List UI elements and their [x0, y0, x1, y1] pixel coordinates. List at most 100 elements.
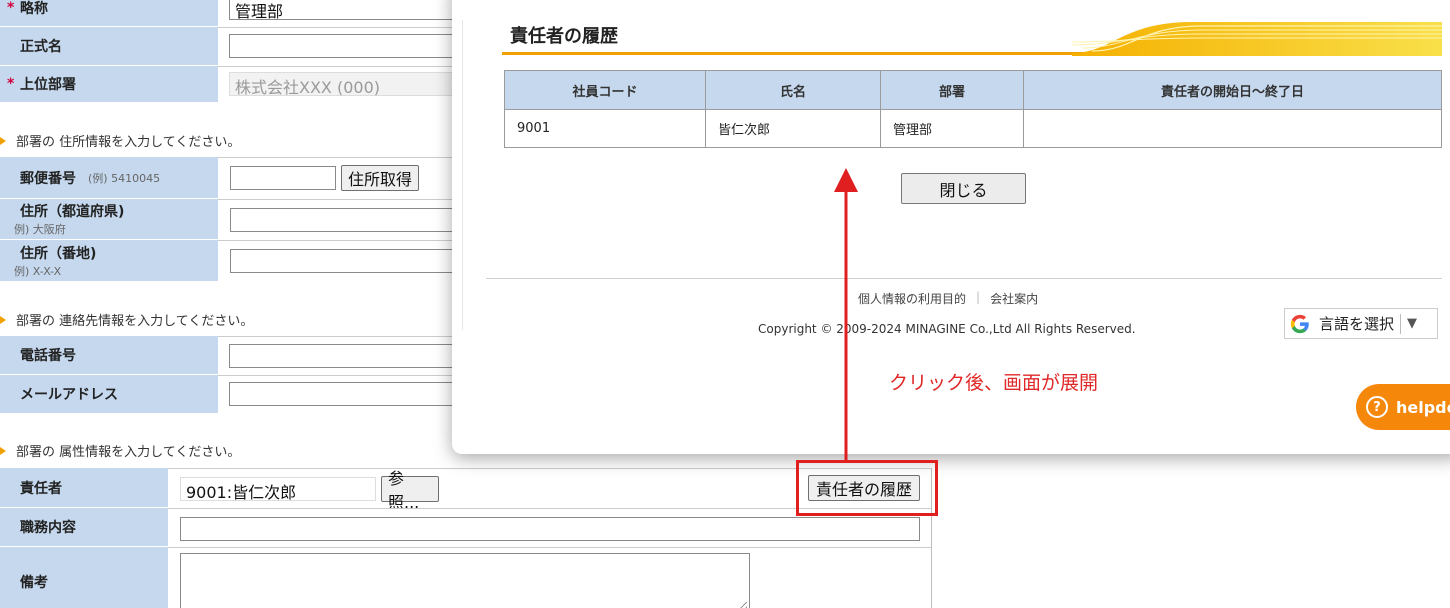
remarks-label-cell: 備考: [0, 547, 168, 608]
close-button[interactable]: 閉じる: [901, 173, 1026, 204]
manager-label-cell: 責任者: [0, 468, 168, 507]
helpdesk-button[interactable]: ? helpdes: [1356, 384, 1450, 430]
row-phone: 電話番号: [0, 336, 459, 375]
bullet-triangle-icon: [0, 136, 6, 145]
remarks-textarea[interactable]: [180, 553, 750, 608]
manager-input[interactable]: 9001:皆仁次郎: [180, 477, 376, 502]
row-manager: 責任者 9001:皆仁次郎 参照... 責任者の履歴: [0, 468, 932, 512]
street-example: 例) X-X-X: [14, 264, 62, 278]
postal-label-cell: 郵便番号 (例) 5410045: [0, 157, 218, 198]
remarks-cell: [168, 547, 932, 608]
reference-button[interactable]: 参照...: [381, 469, 439, 512]
language-select-label: 言語を選択: [1319, 315, 1395, 333]
row-postal: 郵便番号 (例) 5410045 住所取得: [0, 157, 458, 199]
table-row: 9001 皆仁次郎 管理部: [504, 109, 1442, 148]
col-employee-code: 社員コード: [504, 70, 706, 110]
pref-cell: [218, 199, 460, 239]
cell-name: 皆仁次郎: [705, 109, 881, 148]
modal-title: 責任者の履歴: [510, 26, 618, 47]
language-select[interactable]: 言語を選択 ▼: [1284, 308, 1438, 339]
parent-dept-cell: 株式会社XXX (000): [218, 66, 459, 102]
formal-name-cell: [218, 27, 459, 65]
highlight-box: [796, 460, 938, 516]
chevron-down-icon: ▼: [1407, 316, 1418, 331]
remarks-label: 備考: [20, 574, 48, 591]
language-divider: [1400, 313, 1402, 334]
pref-input[interactable]: [230, 208, 460, 232]
footer-separator: |: [976, 290, 981, 304]
contact-note-text: 部署の 連絡先情報を入力してください。: [16, 314, 254, 329]
bullet-triangle-icon: [0, 315, 6, 324]
duties-input[interactable]: [180, 517, 920, 541]
title-wave-decoration: [1072, 22, 1442, 56]
get-address-button[interactable]: 住所取得: [341, 165, 419, 191]
col-dept: 部署: [880, 70, 1024, 110]
abbr-label-cell: * 略称: [0, 0, 218, 26]
street-cell: [218, 240, 460, 281]
company-link[interactable]: 会社案内: [990, 290, 1038, 307]
phone-label: 電話番号: [20, 348, 76, 364]
phone-cell: [218, 336, 459, 374]
formal-name-input[interactable]: [229, 34, 459, 58]
postal-cell: 住所取得: [218, 157, 458, 198]
abbr-label: 略称: [20, 1, 48, 17]
row-remarks: 備考: [0, 547, 932, 608]
pref-label-cell: 住所（都道府県) 例) 大阪府: [0, 199, 218, 239]
resize-grip-icon[interactable]: [737, 602, 747, 608]
abbr-input[interactable]: 管理部: [229, 0, 459, 21]
pref-example: 例) 大阪府: [14, 223, 66, 236]
manager-label: 責任者: [20, 480, 62, 497]
street-input[interactable]: [230, 249, 460, 273]
row-formal-name: 正式名: [0, 27, 459, 66]
cell-period: [1023, 109, 1442, 148]
required-mark: *: [7, 0, 15, 16]
cell-dept: 管理部: [880, 109, 1024, 148]
street-label-cell: 住所（番地) 例) X-X-X: [0, 240, 218, 281]
parent-dept-label-cell: * 上位部署: [0, 66, 218, 102]
footer-links: 個人情報の利用目的 | 会社案内: [858, 290, 1038, 307]
email-cell: [218, 375, 459, 413]
annotation-text: クリック後、画面が展開: [889, 372, 1099, 394]
duties-label: 職務内容: [20, 520, 76, 536]
row-duties: 職務内容: [0, 508, 932, 547]
question-icon: ?: [1366, 396, 1388, 418]
col-name: 氏名: [705, 70, 881, 110]
street-label: 住所（番地): [20, 245, 97, 262]
row-parent-dept: * 上位部署 株式会社XXX (000): [0, 66, 459, 103]
phone-input[interactable]: [229, 344, 459, 368]
history-table: 社員コード 氏名 部署 責任者の開始日～終了日 9001 皆仁次郎 管理部: [504, 70, 1442, 148]
row-email: メールアドレス: [0, 375, 459, 414]
email-input[interactable]: [229, 382, 459, 406]
modal-divider: [462, 20, 463, 330]
history-header-row: 社員コード 氏名 部署 責任者の開始日～終了日: [504, 70, 1442, 110]
email-label: メールアドレス: [20, 387, 118, 403]
duties-label-cell: 職務内容: [0, 508, 168, 546]
google-g-icon: [1290, 314, 1309, 333]
col-period: 責任者の開始日～終了日: [1023, 70, 1442, 110]
helpdesk-label: helpdes: [1396, 397, 1450, 417]
contact-section-note: 部署の 連絡先情報を入力してください。: [0, 310, 253, 329]
postal-input[interactable]: [230, 166, 336, 190]
address-section-note: 部署の 住所情報を入力してください。: [0, 131, 240, 150]
footer-divider: [486, 278, 1442, 279]
screen: * 略称 管理部 正式名 * 上位部署 株式会社XXX (000) 部署の 住所…: [0, 0, 1450, 608]
pref-label: 住所（都道府県): [20, 204, 125, 220]
attr-note-text: 部署の 属性情報を入力してください。: [16, 445, 241, 460]
parent-dept-label: 上位部署: [20, 77, 76, 93]
row-abbr: * 略称 管理部: [0, 0, 459, 27]
phone-label-cell: 電話番号: [0, 336, 218, 374]
postal-label: 郵便番号: [20, 170, 76, 187]
required-mark: *: [7, 76, 15, 92]
postal-example: (例) 5410045: [88, 171, 161, 185]
parent-dept-input: 株式会社XXX (000): [229, 72, 459, 97]
attr-section-note: 部署の 属性情報を入力してください。: [0, 441, 240, 460]
formal-name-label: 正式名: [20, 39, 62, 55]
formal-name-label-cell: 正式名: [0, 27, 218, 65]
abbr-cell: 管理部: [218, 0, 459, 26]
row-prefecture: 住所（都道府県) 例) 大阪府: [0, 199, 460, 240]
privacy-link[interactable]: 個人情報の利用目的: [858, 290, 966, 307]
email-label-cell: メールアドレス: [0, 375, 218, 413]
address-note-text: 部署の 住所情報を入力してください。: [16, 135, 241, 150]
row-street: 住所（番地) 例) X-X-X: [0, 240, 460, 282]
copyright-text: Copyright © 2009-2024 MINAGINE Co.,Ltd A…: [758, 322, 1136, 336]
